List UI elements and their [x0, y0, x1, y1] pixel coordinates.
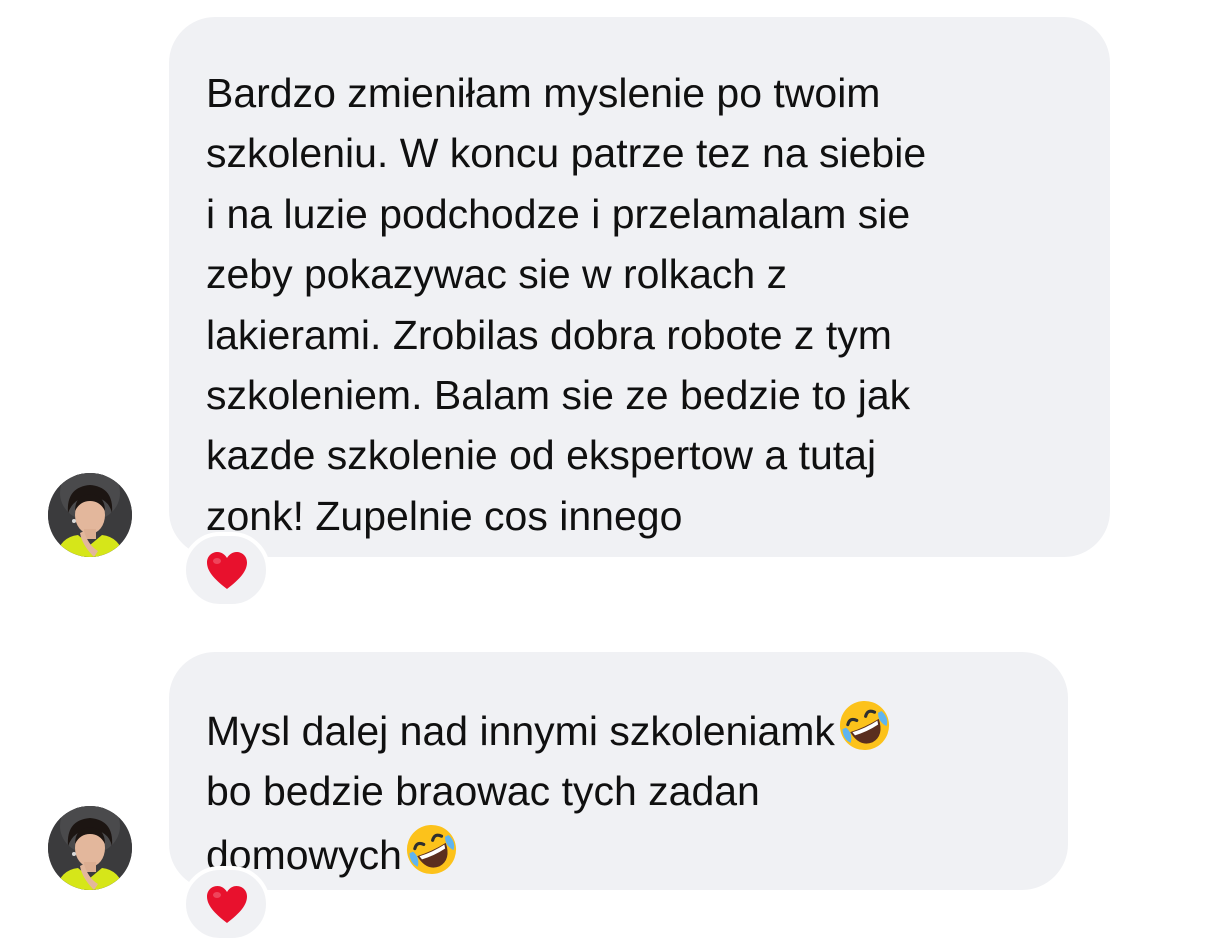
sender-avatar[interactable] [48, 806, 132, 890]
heart-icon [207, 886, 247, 923]
message-text-line: Mysl dalej nad innymi szkoleniamk [206, 698, 1068, 761]
message-text-line: Bardzo zmieniłam myslenie po twoim [206, 70, 881, 116]
message-text-line: lakierami. Zrobilas dobra robote z tym [206, 311, 892, 358]
message-text-line: szkoleniem. Balam sie ze bedzie to jak [206, 372, 911, 419]
avatar-image [48, 806, 132, 890]
message-text-line: bo bedzie braowac tych zadan [206, 768, 760, 815]
message-text-line: szkoleniu. W koncu patrze tez na siebie [206, 130, 927, 177]
message-text-line: i na luzie podchodze i przelamalam sie [206, 190, 911, 237]
message-bubble[interactable]: Bardzo zmieniłam myslenie po twoim szkol… [169, 17, 1110, 557]
rolling-laughing-emoji-icon [839, 700, 889, 751]
message-text: Mysl dalej nad innymi szkoleniamk [206, 708, 835, 754]
sender-avatar[interactable] [48, 473, 132, 557]
message-text-line: zeby pokazywac sie w rolkach z [206, 251, 788, 298]
avatar-image [48, 473, 132, 557]
rolling-laughing-emoji-icon [406, 824, 457, 874]
message-text-line: kazde szkolenie od ekspertow a tutaj [206, 432, 877, 479]
message-text-line: domowych [206, 822, 1068, 885]
message-bubble[interactable]: Mysl dalej nad innymi szkoleniamk bo bed… [169, 652, 1068, 890]
heart-reaction[interactable] [182, 532, 270, 608]
heart-icon [207, 552, 247, 589]
message-text-line: zonk! Zupelnie cos innego [206, 492, 683, 539]
